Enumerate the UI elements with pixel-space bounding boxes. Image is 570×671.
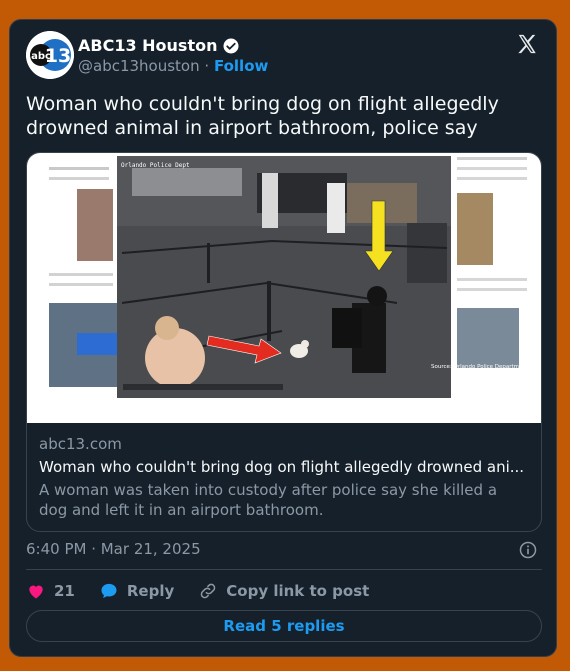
link-preview-card[interactable]: Orlando Police Dept Source: Orlando Poli…: [26, 152, 542, 532]
author-handle[interactable]: @abc13houston: [78, 57, 200, 75]
image-overlay-top: Orlando Police Dept: [121, 162, 190, 169]
link-description: A woman was taken into custody after pol…: [39, 481, 498, 519]
author-name-row[interactable]: ABC13 Houston: [78, 36, 240, 55]
avatar[interactable]: abc 13: [26, 31, 74, 79]
verified-badge-icon: [223, 38, 239, 53]
link-preview-image[interactable]: Orlando Police Dept Source: Orlando Poli…: [27, 153, 542, 423]
reply-bubble-icon: [101, 583, 117, 599]
handle-row: @abc13houston · Follow: [78, 57, 268, 75]
follow-button[interactable]: Follow: [214, 57, 268, 75]
embedded-post-card: abc 13 ABC13 Houston @abc13houston · Fol…: [9, 19, 557, 657]
tweet-text: Woman who couldn't bring dog on flight a…: [26, 93, 499, 139]
action-bar: 21 Reply Copy link to post: [26, 580, 393, 602]
heart-icon: [29, 585, 43, 599]
image-source-caption: Source: Orlando Police Department: [431, 364, 529, 370]
like-button[interactable]: 21: [26, 581, 75, 601]
info-icon[interactable]: [518, 540, 538, 560]
avatar-logo-number: 13: [45, 45, 71, 67]
like-count: 21: [54, 582, 75, 600]
link-icon: [200, 583, 216, 599]
copy-link-label: Copy link to post: [226, 582, 370, 600]
post-timestamp[interactable]: 6:40 PM · Mar 21, 2025: [26, 540, 201, 558]
reply-button[interactable]: Reply: [99, 581, 174, 601]
abc13-logo: abc 13: [26, 31, 74, 79]
handle-separator: ·: [204, 57, 210, 75]
reply-label: Reply: [126, 582, 175, 600]
divider: [26, 569, 542, 570]
link-domain: abc13.com: [39, 435, 122, 453]
link-title: Woman who couldn't bring dog on flight a…: [39, 458, 525, 476]
read-replies-button[interactable]: Read 5 replies: [26, 610, 542, 642]
author-name[interactable]: ABC13 Houston: [78, 36, 217, 55]
x-logo-icon[interactable]: [516, 33, 538, 55]
copy-link-button[interactable]: Copy link to post: [198, 581, 369, 601]
